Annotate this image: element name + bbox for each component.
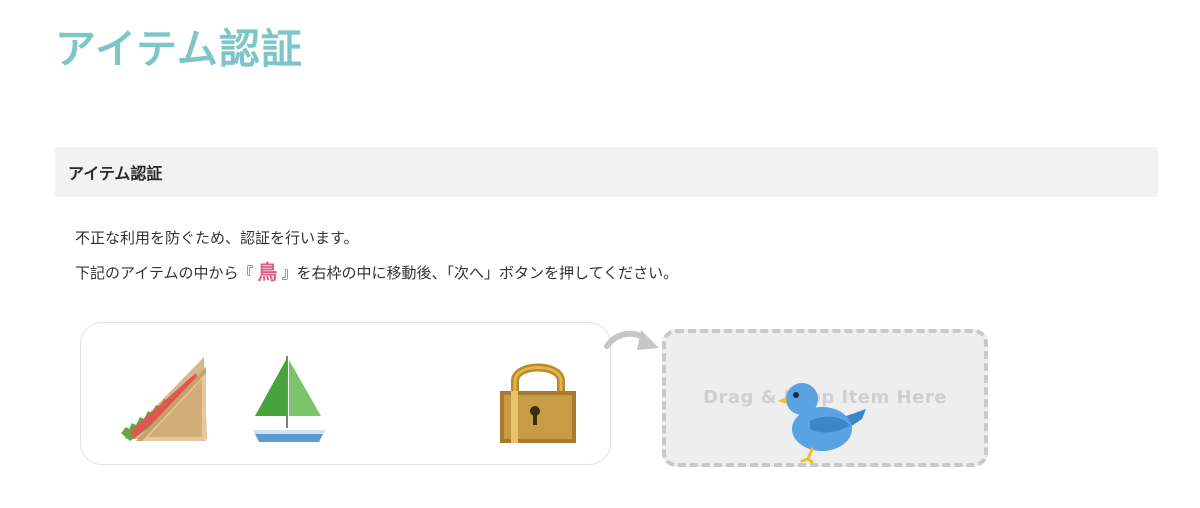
draggable-item-sandwich[interactable] xyxy=(118,353,208,443)
instruction-line-1: 不正な利用を防ぐため、認証を行います。 xyxy=(75,229,359,247)
target-item-word: 鳥 xyxy=(257,260,278,284)
drop-zone[interactable]: Drag & Drop Item Here xyxy=(662,329,988,467)
sailboat-icon xyxy=(253,356,325,442)
section-header: アイテム認証 xyxy=(55,147,1158,197)
page-title: アイテム認証 xyxy=(55,25,303,73)
padlock-icon xyxy=(500,363,576,443)
section-header-title: アイテム認証 xyxy=(68,164,163,183)
curved-arrow-icon xyxy=(604,330,659,350)
instruction-line-2-before: 下記のアイテムの中から『 xyxy=(75,264,254,282)
items-panel xyxy=(80,322,611,465)
sandwich-icon xyxy=(121,357,207,441)
instruction-line-2-after: 』を右枠の中に移動後、「次へ」ボタンを押してください。 xyxy=(281,264,679,282)
instruction-line-2: 下記のアイテムの中から『鳥』を右枠の中に移動後、「次へ」ボタンを押してください。 xyxy=(75,262,678,283)
draggable-item-padlock[interactable] xyxy=(495,353,581,445)
dropped-item-bird[interactable] xyxy=(776,379,870,467)
bird-icon xyxy=(778,383,866,464)
draggable-item-sailboat[interactable] xyxy=(249,354,329,446)
item-verification-page: アイテム認証 アイテム認証 不正な利用を防ぐため、認証を行います。 下記のアイテ… xyxy=(0,0,1200,508)
